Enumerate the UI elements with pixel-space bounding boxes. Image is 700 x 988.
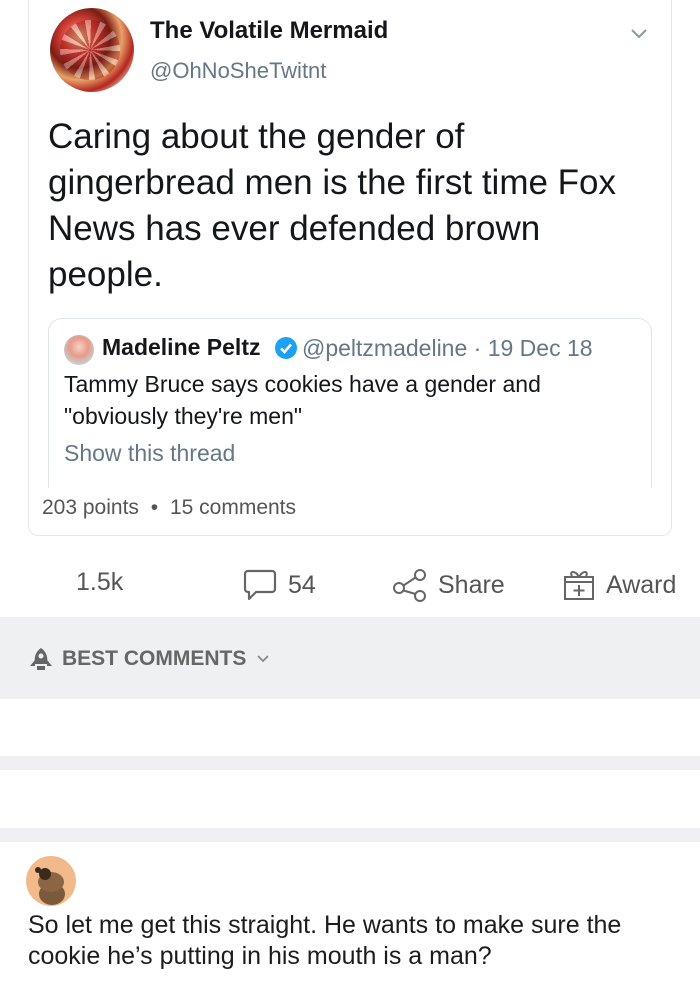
post-stats: 203 points • 15 comments bbox=[42, 496, 296, 520]
points-count: 203 points bbox=[42, 496, 139, 519]
share-button-label: Share bbox=[438, 570, 505, 599]
commenter-avatar[interactable] bbox=[26, 856, 76, 906]
tweet-text: Caring about the gender of gingerbread m… bbox=[48, 117, 617, 294]
quoted-handle-date: @peltzmadeline · 19 Dec 18 bbox=[302, 335, 593, 361]
comments-button[interactable]: 54 bbox=[242, 568, 316, 602]
chevron-down-icon bbox=[257, 655, 269, 663]
chevron-down-icon[interactable] bbox=[628, 22, 650, 44]
sort-comments-button[interactable]: BEST COMMENTS bbox=[28, 646, 278, 672]
vote-count: 1.5k bbox=[76, 568, 123, 597]
comment-divider bbox=[0, 828, 700, 842]
quoted-text: Tammy Bruce says cookies have a gender a… bbox=[64, 371, 541, 429]
gift-icon bbox=[564, 571, 594, 600]
author-avatar[interactable] bbox=[50, 8, 134, 92]
show-thread-link[interactable]: Show this thread bbox=[64, 440, 235, 467]
vote-count-label: 1.5k bbox=[76, 568, 124, 596]
comment-body: So let me get this straight. He wants to… bbox=[28, 911, 622, 970]
share-button[interactable]: Share bbox=[392, 568, 505, 602]
comment-divider bbox=[0, 756, 700, 770]
quoted-author-name: Madeline Peltz bbox=[102, 334, 261, 360]
author-name[interactable]: The Volatile Mermaid bbox=[150, 17, 388, 45]
comments-button-label: 54 bbox=[288, 570, 316, 599]
comments-count[interactable]: 15 comments bbox=[170, 496, 296, 519]
award-button[interactable]: Award bbox=[562, 568, 676, 602]
author-handle[interactable]: @OhNoSheTwitnt bbox=[150, 58, 326, 84]
award-button-label: Award bbox=[606, 570, 677, 599]
share-icon bbox=[393, 569, 426, 602]
sort-label: BEST COMMENTS bbox=[62, 647, 247, 670]
comment-icon bbox=[243, 569, 277, 601]
snoo-avatar-icon bbox=[35, 867, 65, 905]
verified-badge-icon bbox=[275, 337, 297, 359]
quoted-author-avatar bbox=[64, 335, 94, 365]
rocket-icon bbox=[30, 648, 52, 670]
stats-separator: • bbox=[150, 496, 159, 519]
